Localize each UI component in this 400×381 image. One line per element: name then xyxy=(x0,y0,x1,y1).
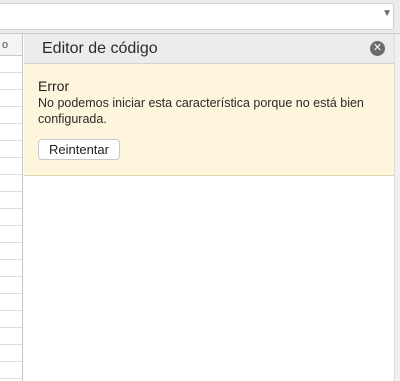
error-banner: Error No podemos iniciar esta caracterís… xyxy=(24,64,394,176)
grid-row[interactable] xyxy=(0,311,22,328)
grid-row[interactable] xyxy=(0,328,22,345)
code-editor-panel: Editor de código ✕ Error No podemos inic… xyxy=(24,34,394,381)
grid-row[interactable] xyxy=(0,141,22,158)
grid-row[interactable] xyxy=(0,73,22,90)
panel-title: Editor de código xyxy=(42,40,158,57)
grid-row[interactable] xyxy=(0,124,22,141)
grid-row[interactable] xyxy=(0,175,22,192)
grid-row[interactable] xyxy=(0,107,22,124)
grid-row[interactable] xyxy=(0,277,22,294)
grid-row[interactable] xyxy=(0,345,22,362)
chevron-down-icon[interactable]: ▼ xyxy=(382,8,392,19)
formula-input[interactable] xyxy=(0,3,394,30)
column-header[interactable]: o xyxy=(0,34,22,56)
retry-button[interactable]: Reintentar xyxy=(38,139,120,160)
grid-row[interactable] xyxy=(0,56,22,73)
grid-row[interactable] xyxy=(0,90,22,107)
panel-header: Editor de código ✕ xyxy=(24,34,394,64)
error-title: Error xyxy=(38,78,70,94)
spreadsheet-grid[interactable]: o xyxy=(0,34,23,381)
formula-bar: ▼ xyxy=(0,0,400,34)
grid-row[interactable] xyxy=(0,158,22,175)
grid-row[interactable] xyxy=(0,192,22,209)
grid-row[interactable] xyxy=(0,362,22,379)
grid-row[interactable] xyxy=(0,209,22,226)
close-icon[interactable]: ✕ xyxy=(370,41,385,56)
grid-row[interactable] xyxy=(0,226,22,243)
error-message: No podemos iniciar esta característica p… xyxy=(38,96,364,126)
grid-row[interactable] xyxy=(0,260,22,277)
grid-row[interactable] xyxy=(0,294,22,311)
grid-row[interactable] xyxy=(0,243,22,260)
scrollbar[interactable] xyxy=(394,34,400,381)
